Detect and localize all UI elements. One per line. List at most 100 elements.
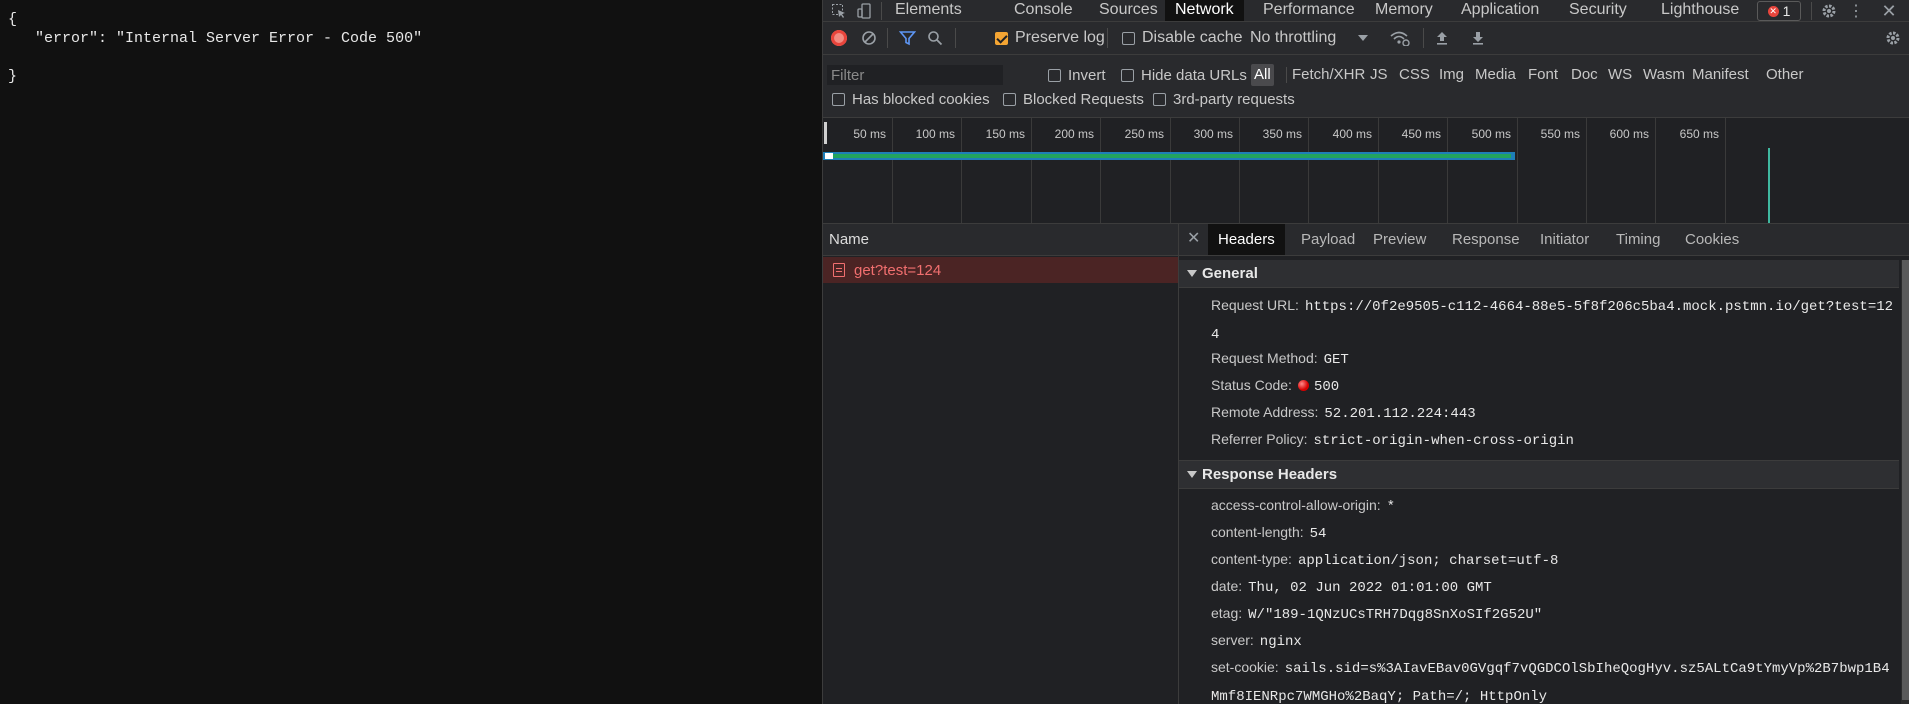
device-toolbar-icon[interactable] [855, 0, 875, 22]
type-filter-js[interactable]: JS [1367, 64, 1391, 86]
status-code-value: 500 [1313, 379, 1340, 395]
response-header-value: Thu, 02 Jun 2022 01:01:00 GMT [1248, 580, 1492, 596]
timeline-gridline [961, 118, 962, 223]
timeline-tick-label: 600 ms [1609, 127, 1649, 141]
preserve-log-checkbox[interactable]: Preserve log [995, 22, 1105, 54]
response-headers-section-header[interactable]: Response Headers [1179, 461, 1899, 489]
has-blocked-cookies-checkbox[interactable]: Has blocked cookies [832, 88, 990, 110]
timeline-gridline [1586, 118, 1587, 223]
tab-preview[interactable]: Preview [1363, 224, 1436, 255]
referrer-policy-row: Referrer Policy: strict-origin-when-cross… [1211, 426, 1896, 454]
referrer-policy-value: strict-origin-when-cross-origin [1313, 433, 1574, 449]
type-filter-other[interactable]: Other [1763, 64, 1807, 86]
request-method-value: GET [1323, 352, 1349, 368]
expand-triangle-icon [1187, 471, 1197, 478]
timeline-gridline [1447, 118, 1448, 223]
tab-console[interactable]: Console [1006, 0, 1081, 21]
tab-security[interactable]: Security [1561, 0, 1635, 21]
timeline-tick-label: 300 ms [1193, 127, 1233, 141]
third-party-requests-check[interactable] [1153, 92, 1166, 106]
scrollbar-thumb[interactable] [1902, 260, 1909, 700]
network-conditions-button[interactable] [1390, 22, 1410, 54]
more-options-icon[interactable]: ⋮ [1848, 0, 1864, 22]
tab-performance[interactable]: Performance [1255, 0, 1363, 21]
tab-network[interactable]: Network [1165, 0, 1244, 21]
tab-timing[interactable]: Timing [1606, 224, 1670, 255]
tab-sources[interactable]: Sources [1091, 0, 1166, 21]
timeline-gridline [1725, 118, 1726, 223]
network-settings-button[interactable] [1885, 22, 1901, 54]
type-filter-all[interactable]: All [1251, 64, 1274, 86]
response-header-value: * [1386, 499, 1396, 515]
timeline-selection-handle[interactable] [824, 122, 827, 144]
timeline-overview[interactable]: 50 ms 100 ms 150 ms 200 ms 250 ms 300 ms 350 m… [823, 118, 1909, 224]
tab-headers[interactable]: Headers [1208, 224, 1285, 255]
waterfall-queue-segment [825, 153, 833, 159]
tab-elements[interactable]: Elements [887, 0, 970, 21]
settings-gear-icon[interactable] [1819, 0, 1839, 22]
tab-lighthouse[interactable]: Lighthouse [1653, 0, 1747, 21]
timeline-gridline [892, 118, 893, 223]
invert-check[interactable] [1048, 68, 1061, 82]
third-party-requests-checkbox[interactable]: 3rd-party requests [1153, 88, 1295, 110]
type-filter-img[interactable]: Img [1436, 64, 1467, 86]
response-header-row: content-length: 54 [1211, 519, 1896, 547]
tab-cookies[interactable]: Cookies [1675, 224, 1749, 255]
toolbar-separator [887, 28, 888, 48]
export-har-button[interactable] [1471, 22, 1485, 54]
tab-response[interactable]: Response [1442, 224, 1530, 255]
close-details-icon[interactable]: ✕ [1187, 224, 1200, 255]
response-header-row: content-type: application/json; charset=u… [1211, 546, 1896, 574]
response-header-row: date: Thu, 02 Jun 2022 01:01:00 GMT [1211, 573, 1896, 601]
close-devtools-icon[interactable]: ✕ [1879, 0, 1899, 22]
inspect-element-icon[interactable] [829, 0, 849, 22]
hide-data-urls-checkbox[interactable]: Hide data URLs [1121, 64, 1247, 86]
invert-checkbox[interactable]: Invert [1048, 64, 1106, 86]
response-header-key: date: [1211, 578, 1243, 594]
clear-button[interactable] [861, 22, 877, 54]
type-filter-manifest[interactable]: Manifest [1689, 64, 1752, 86]
blocked-requests-checkbox[interactable]: Blocked Requests [1003, 88, 1144, 110]
request-method-row: Request Method: GET [1211, 345, 1896, 373]
tab-memory[interactable]: Memory [1367, 0, 1441, 21]
error-count-badge[interactable]: ✕ 1 [1757, 1, 1801, 21]
type-filter-css[interactable]: CSS [1396, 64, 1433, 86]
general-section-header[interactable]: General [1179, 260, 1899, 288]
chevron-down-icon [1358, 35, 1369, 41]
name-column-header[interactable]: Name [823, 224, 1178, 256]
filter-toggle-button[interactable] [899, 22, 916, 54]
hide-data-urls-check[interactable] [1121, 68, 1134, 82]
upload-icon [1437, 32, 1447, 45]
response-header-value: application/json; charset=utf-8 [1297, 553, 1559, 569]
request-url-key: Request URL: [1211, 297, 1299, 313]
type-filter-ws[interactable]: WS [1605, 64, 1635, 86]
type-filter-wasm[interactable]: Wasm [1640, 64, 1688, 86]
toolbar-separator [955, 28, 956, 48]
preserve-log-label: Preserve log [1015, 29, 1105, 46]
details-scrollbar[interactable] [1901, 260, 1909, 704]
filter-input[interactable] [827, 65, 1003, 85]
has-blocked-cookies-check[interactable] [832, 92, 845, 106]
throttling-select[interactable]: No throttling [1250, 22, 1369, 54]
remote-address-row: Remote Address: 52.201.112.224:443 [1211, 399, 1896, 427]
blocked-requests-check[interactable] [1003, 92, 1016, 106]
tab-payload[interactable]: Payload [1291, 224, 1365, 255]
type-filter-font[interactable]: Font [1525, 64, 1561, 86]
type-filter-media[interactable]: Media [1472, 64, 1519, 86]
record-button[interactable] [831, 22, 847, 54]
clear-icon [862, 31, 876, 45]
request-row[interactable]: get?test=124 [823, 257, 1178, 283]
search-button[interactable] [927, 22, 943, 54]
type-filter-fetch-xhr[interactable]: Fetch/XHR [1289, 64, 1368, 86]
timeline-tick-label: 450 ms [1401, 127, 1441, 141]
disable-cache-checkbox[interactable]: Disable cache [1122, 22, 1243, 54]
document-icon [833, 263, 845, 277]
disable-cache-check[interactable] [1122, 31, 1135, 45]
type-filter-doc[interactable]: Doc [1568, 64, 1601, 86]
status-error-icon [1297, 380, 1309, 391]
tab-initiator[interactable]: Initiator [1530, 224, 1599, 255]
record-icon [831, 30, 847, 46]
preserve-log-check[interactable] [995, 31, 1008, 45]
import-har-button[interactable] [1435, 22, 1449, 54]
tab-application[interactable]: Application [1453, 0, 1547, 21]
